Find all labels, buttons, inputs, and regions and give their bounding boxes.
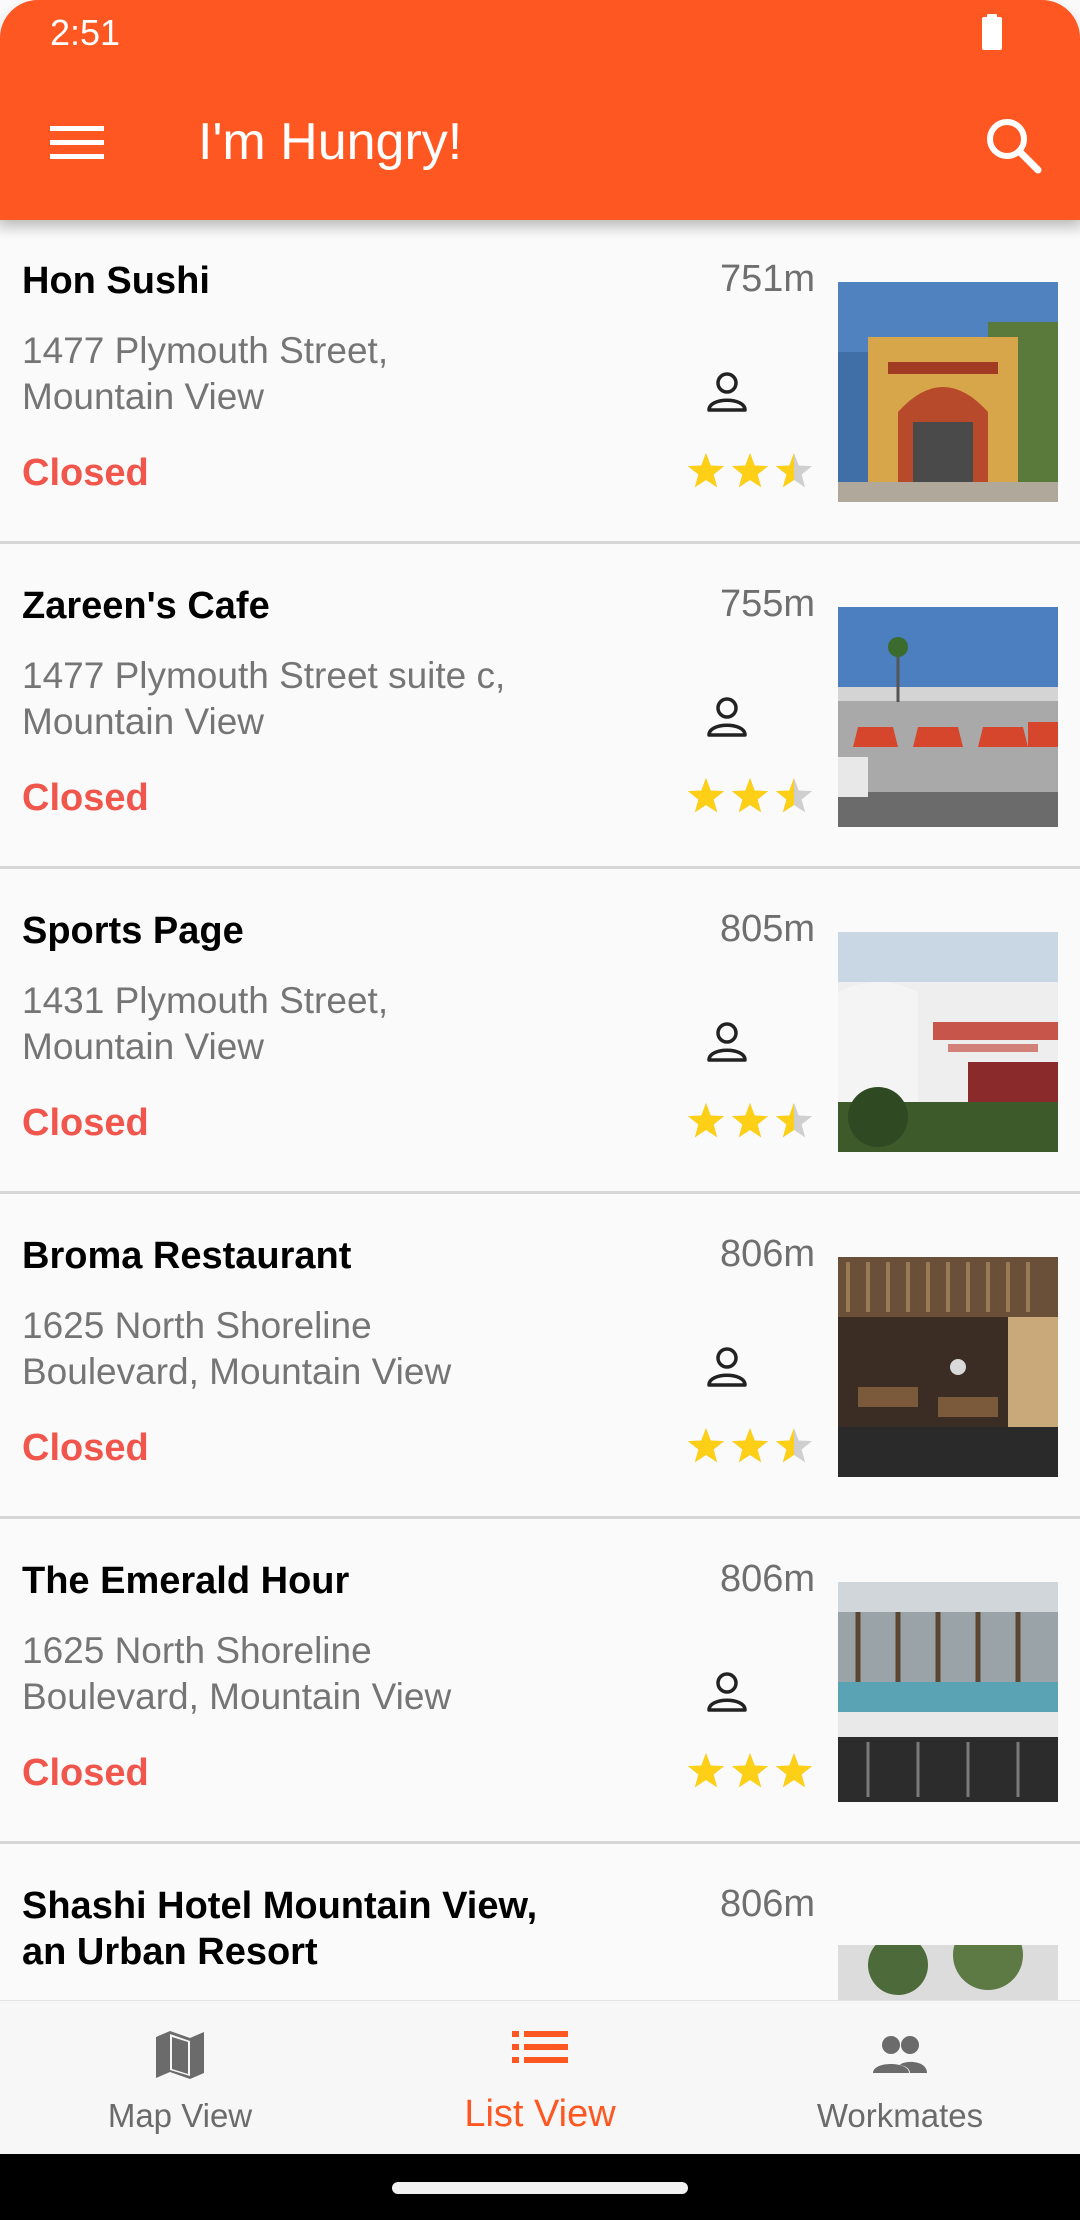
nav-label-list: List View	[464, 2093, 616, 2135]
restaurant-list-item[interactable]: Sports Page 805m 1431 Plymouth Street, Mou…	[0, 870, 1080, 1194]
restaurant-photo	[838, 1945, 1058, 2000]
opening-status: Closed	[22, 777, 149, 819]
nav-map-view[interactable]: Map View	[0, 2001, 360, 2155]
restaurant-list-item[interactable]: Shashi Hotel Mountain View, an Urban Res…	[0, 1845, 1080, 2000]
opening-status: Closed	[22, 1427, 149, 1469]
restaurant-address: 1477 Plymouth Street suite c, Mountain V…	[22, 655, 506, 742]
restaurant-list[interactable]: Hon Sushi 751m 1477 Plymouth Street, Mount…	[0, 220, 1080, 2000]
list-icon	[512, 2031, 568, 2063]
restaurant-address: 1477 Plymouth Street, Mountain View	[22, 330, 389, 417]
restaurant-name: Hon Sushi	[22, 260, 210, 302]
restaurant-name: Shashi Hotel Mountain View, an Urban Res…	[22, 1885, 538, 1973]
nav-label-map: Map View	[107, 2097, 253, 2134]
restaurant-name: Zareen's Cafe	[22, 585, 270, 627]
restaurant-list-item[interactable]: Zareen's Cafe 755m 1477 Plymouth Street su…	[0, 545, 1080, 869]
nav-workmates[interactable]: Workmates	[720, 2001, 1080, 2155]
restaurant-distance: 751m	[719, 258, 815, 300]
restaurant-address: 1431 Plymouth Street, Mountain View	[22, 980, 389, 1067]
rating-stars	[684, 450, 816, 494]
opening-status: Closed	[22, 1752, 149, 1794]
restaurant-distance: 806m	[719, 1233, 815, 1275]
rating-stars	[684, 1100, 816, 1144]
status-time: 2:51	[50, 12, 121, 53]
restaurant-list-item[interactable]: Hon Sushi 751m 1477 Plymouth Street, Mount…	[0, 220, 1080, 544]
person-icon	[702, 1018, 752, 1068]
gesture-bar	[0, 2154, 1080, 2220]
nav-label-workmates: Workmates	[816, 2097, 984, 2134]
rating-stars	[684, 1425, 816, 1469]
restaurant-photo	[838, 607, 1058, 827]
nav-list-view[interactable]: List View	[360, 2001, 720, 2155]
restaurant-distance: 755m	[719, 583, 815, 625]
bottom-navigation: Map View List View Workmates	[0, 2000, 1080, 2155]
people-icon	[873, 2036, 927, 2073]
restaurant-list-item[interactable]: Broma Restaurant 806m 1625 North Shoreline…	[0, 1195, 1080, 1519]
restaurant-distance: 806m	[719, 1883, 815, 1925]
person-icon	[702, 368, 752, 418]
restaurant-photo	[838, 1257, 1058, 1477]
person-icon	[702, 693, 752, 743]
search-icon[interactable]	[980, 112, 1050, 182]
restaurant-name: Broma Restaurant	[22, 1235, 352, 1277]
restaurant-distance: 806m	[719, 1558, 815, 1600]
list-top-shadow	[0, 220, 1080, 240]
home-gesture-handle[interactable]	[392, 2182, 688, 2194]
opening-status: Closed	[22, 1102, 149, 1144]
restaurant-address: 1625 North Shoreline Boulevard, Mountain…	[22, 1630, 452, 1717]
restaurant-photo	[838, 1582, 1058, 1802]
restaurant-photo	[838, 932, 1058, 1152]
rating-stars	[684, 1750, 816, 1794]
restaurant-name: The Emerald Hour	[22, 1560, 350, 1602]
opening-status: Closed	[22, 452, 149, 494]
app-bar: 2:51 I'm Hungry!	[0, 0, 1080, 220]
restaurant-address: 1625 North Shoreline Boulevard, Mountain…	[22, 1305, 452, 1392]
restaurant-photo	[838, 282, 1058, 502]
app-title: I'm Hungry!	[198, 113, 463, 171]
restaurant-distance: 805m	[719, 908, 815, 950]
rating-stars	[684, 775, 816, 819]
restaurant-name: Sports Page	[22, 910, 244, 952]
battery-full-icon	[982, 14, 1002, 50]
menu-icon[interactable]	[42, 112, 112, 172]
restaurant-list-item[interactable]: The Emerald Hour 806m 1625 North Shoreline…	[0, 1520, 1080, 1844]
map-icon	[156, 2031, 204, 2079]
person-icon	[702, 1668, 752, 1718]
person-icon	[702, 1343, 752, 1393]
